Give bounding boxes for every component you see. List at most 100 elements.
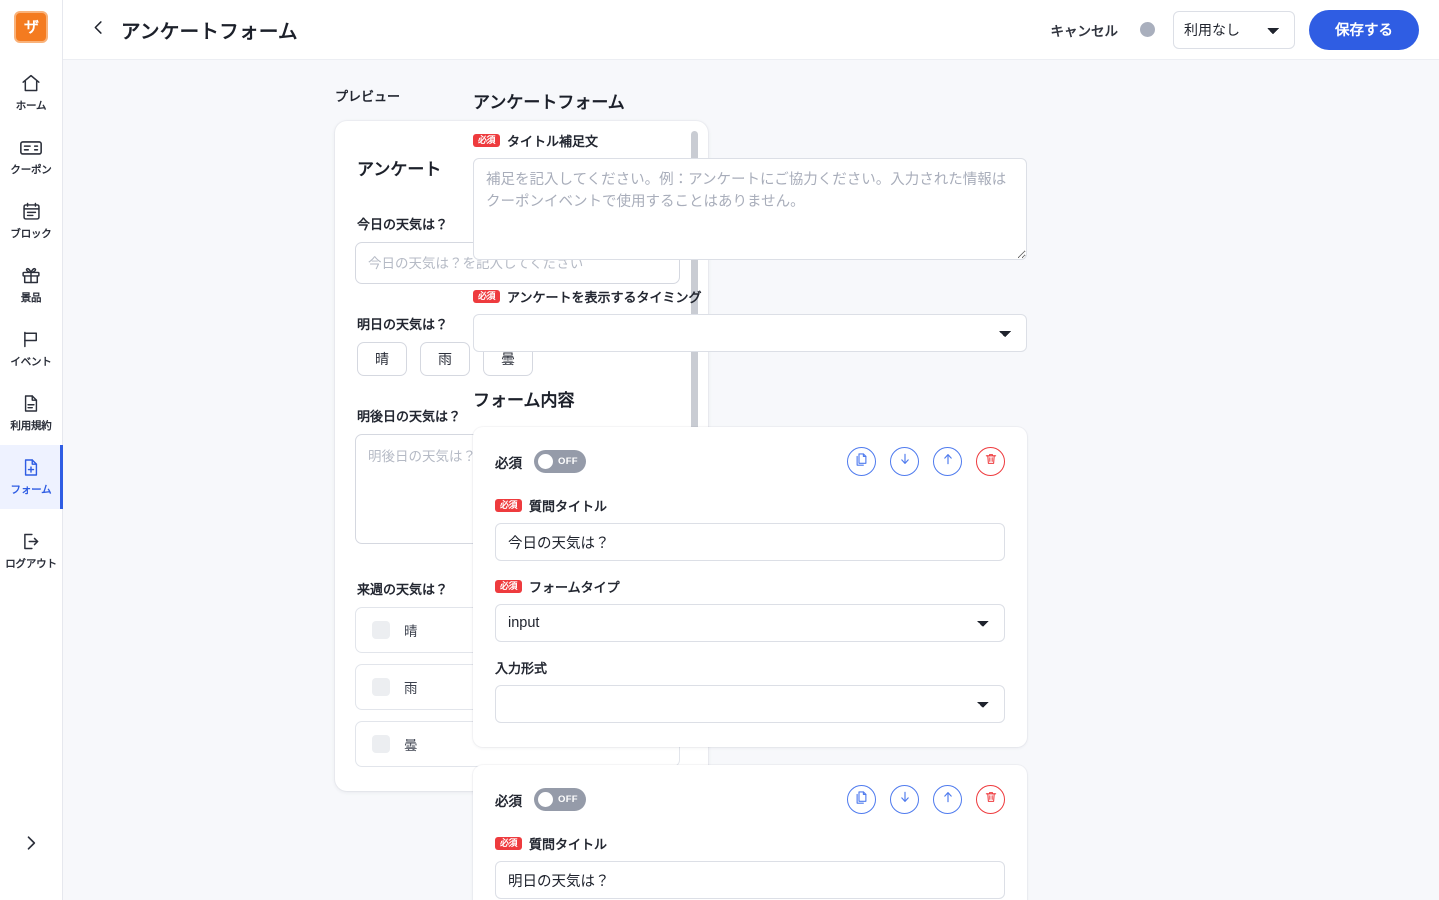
preview-option-button[interactable]: 雨 xyxy=(420,342,470,376)
sidebar-item-prize-label: 景品 xyxy=(20,292,42,304)
required-badge: 必須 xyxy=(495,579,523,594)
toggle-state-text: OFF xyxy=(558,794,578,805)
required-toggle-label: 必須 xyxy=(495,455,522,471)
sidebar-item-prize[interactable]: 景品 xyxy=(0,253,63,317)
form-type-field: 必須 フォームタイプ input xyxy=(495,577,1005,642)
form-type-select[interactable]: input xyxy=(495,604,1005,642)
move-down-button[interactable] xyxy=(890,785,919,814)
sidebar-item-home[interactable]: ホーム xyxy=(0,61,63,125)
delete-button[interactable] xyxy=(976,785,1005,814)
gift-icon xyxy=(20,265,42,286)
settings-section-title: アンケートフォーム xyxy=(473,93,625,112)
sidebar-expand-button[interactable] xyxy=(0,833,62,858)
cancel-button[interactable]: キャンセル xyxy=(1051,20,1119,40)
display-timing-label-row: 必須 アンケートを表示するタイミング xyxy=(473,287,1033,306)
sidebar-item-event-label: イベント xyxy=(10,356,52,368)
display-timing-field: 必須 アンケートを表示するタイミング xyxy=(473,287,1033,352)
move-up-button[interactable] xyxy=(933,785,962,814)
save-button[interactable]: 保存する xyxy=(1309,9,1419,50)
display-timing-select[interactable] xyxy=(473,314,1027,352)
form-type-label-row: 必須 フォームタイプ xyxy=(495,577,1005,596)
sidebar-item-logout[interactable]: ログアウト xyxy=(0,519,63,583)
required-toggle[interactable]: OFF xyxy=(534,788,586,811)
form-type-label: フォームタイプ xyxy=(529,580,620,595)
form-item-header: 必須 OFF xyxy=(495,447,1005,476)
required-badge: 必須 xyxy=(495,498,523,513)
toggle-state-text: OFF xyxy=(558,456,578,467)
form-item-card: 必須 OFF xyxy=(473,765,1027,900)
checkbox-icon[interactable] xyxy=(372,621,390,639)
required-badge: 必須 xyxy=(473,133,501,148)
preview-checkbox-label: 曇 xyxy=(404,738,418,753)
sidebar-item-terms[interactable]: 利用規約 xyxy=(0,381,63,445)
question-title-input[interactable] xyxy=(495,861,1005,899)
sidebar-item-coupon[interactable]: クーポン xyxy=(0,125,63,189)
move-up-button[interactable] xyxy=(933,447,962,476)
top-bar-actions: キャンセル 利用なし 保存する xyxy=(1051,9,1419,50)
publish-status-select[interactable]: 利用なし xyxy=(1173,10,1295,49)
question-title-field: 必須 質問タイトル xyxy=(495,834,1005,899)
form-item-actions xyxy=(847,785,1005,814)
title-supplement-field: 必須 タイトル補足文 xyxy=(473,131,1033,265)
preview-column: プレビュー アンケート 今日の天気は？ 明日の天気は？ xyxy=(63,60,708,900)
move-up-icon xyxy=(941,790,955,809)
question-title-label-row: 必須 質問タイトル xyxy=(495,834,1005,853)
app-logo-text: ザ xyxy=(23,18,39,36)
required-toggle[interactable]: OFF xyxy=(534,450,586,473)
form-item-actions xyxy=(847,447,1005,476)
required-badge: 必須 xyxy=(473,289,501,304)
coupon-icon xyxy=(19,137,43,158)
settings-inner: アンケートフォーム 必須 タイトル補足文 必須 xyxy=(473,88,1033,900)
required-badge: 必須 xyxy=(495,836,523,851)
title-supplement-label-row: 必須 タイトル補足文 xyxy=(473,131,1033,150)
sidebar-item-terms-label: 利用規約 xyxy=(10,420,52,432)
input-format-label: 入力形式 xyxy=(495,661,548,676)
checkbox-icon[interactable] xyxy=(372,735,390,753)
duplicate-button[interactable] xyxy=(847,785,876,814)
sidebar-item-block[interactable]: ブロック xyxy=(0,189,63,253)
chevron-left-icon xyxy=(89,18,108,42)
input-format-select[interactable] xyxy=(495,685,1005,723)
form-item-card: 必須 OFF xyxy=(473,427,1027,747)
sidebar-item-home-label: ホーム xyxy=(15,100,47,112)
block-icon xyxy=(21,201,42,222)
form-content-title: フォーム内容 xyxy=(473,391,575,410)
settings-column: アンケートフォーム 必須 タイトル補足文 必須 xyxy=(473,60,1439,900)
title-supplement-textarea[interactable] xyxy=(473,158,1027,260)
page-title: アンケートフォーム xyxy=(121,21,298,43)
sidebar-nav: ホーム クーポン ブロック 景品 イベント 利用規約 フォーム ログアウト xyxy=(0,61,63,583)
preview-label: プレビュー xyxy=(335,89,401,104)
sidebar: ザ ホーム クーポン ブロック 景品 イベント 利用規約 フォーム ログアウト xyxy=(0,0,63,900)
content-area: プレビュー アンケート 今日の天気は？ 明日の天気は？ xyxy=(63,60,1439,900)
flag-icon xyxy=(20,329,42,350)
question-title-label: 質問タイトル xyxy=(529,499,608,514)
terms-icon xyxy=(21,393,41,414)
question-title-label-row: 必須 質問タイトル xyxy=(495,496,1005,515)
checkbox-icon[interactable] xyxy=(372,678,390,696)
delete-button[interactable] xyxy=(976,447,1005,476)
form-item-header: 必須 OFF xyxy=(495,785,1005,814)
status-indicator-dot xyxy=(1140,22,1155,37)
move-down-icon xyxy=(898,790,912,809)
question-title-input[interactable] xyxy=(495,523,1005,561)
sidebar-item-form[interactable]: フォーム xyxy=(0,445,63,509)
required-toggle-label: 必須 xyxy=(495,793,522,809)
duplicate-button[interactable] xyxy=(847,447,876,476)
delete-icon xyxy=(984,790,998,809)
chevron-right-icon xyxy=(21,833,41,858)
sidebar-item-coupon-label: クーポン xyxy=(10,164,52,176)
main-area: アンケートフォーム キャンセル 利用なし 保存する プレビュー アンケート 今日… xyxy=(63,0,1439,900)
app-logo[interactable]: ザ xyxy=(14,11,48,43)
back-button[interactable] xyxy=(85,17,111,43)
sidebar-item-block-label: ブロック xyxy=(10,228,52,240)
preview-option-button[interactable]: 晴 xyxy=(357,342,407,376)
delete-icon xyxy=(984,452,998,471)
home-icon xyxy=(20,73,42,94)
sidebar-item-event[interactable]: イベント xyxy=(0,317,63,381)
logout-icon xyxy=(20,531,42,552)
display-timing-label: アンケートを表示するタイミング xyxy=(507,290,702,305)
form-icon xyxy=(21,457,41,478)
move-down-button[interactable] xyxy=(890,447,919,476)
duplicate-icon xyxy=(854,790,869,810)
sidebar-item-form-label: フォーム xyxy=(10,484,52,496)
